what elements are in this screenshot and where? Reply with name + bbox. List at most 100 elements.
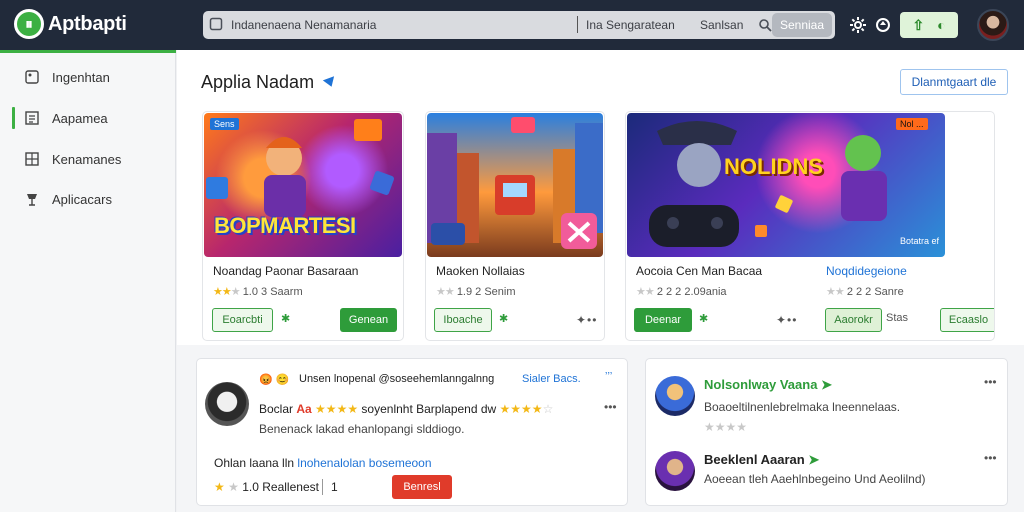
app-rating: ★★ 1.9 2 Senim [436,285,516,298]
banner-logo-text: NOLIDNS [724,154,823,179]
item-menu-icon[interactable]: ••• [984,451,997,465]
link-line-link[interactable]: lnohenalolan bosemeoon [297,456,431,470]
magnifier-icon[interactable] [758,18,772,32]
settings-gear-icon[interactable] [848,15,868,35]
install-button[interactable]: Iboache [434,308,492,332]
app-card[interactable]: Nol ... NOLIDNS Botatra ef Aocoia Cen Ma… [625,111,995,341]
star-icon: ★ [636,286,646,298]
sparkle-icon: ✱ [281,313,291,325]
sidebar-item-0[interactable]: Ingenhtan [0,63,176,91]
app-rating: ★★ 2 2 2 Sanre [826,285,904,298]
more-options-icon[interactable]: ✦•• [776,313,797,327]
sidebar-item-2[interactable]: Kenamanes [0,145,176,173]
stats-label: Stas [886,312,909,324]
app-title[interactable]: Noqdidegeione [826,264,907,278]
document-icon [25,111,39,125]
rating-value: 1.0 [242,286,258,298]
rating-count: 2 Sanre [865,286,904,298]
banner-tag: Sens [210,118,239,130]
logo-icon: ⏸ [14,9,44,39]
star-icon: ★★★★ [704,420,748,434]
install-button[interactable]: Eoarcbti [212,308,273,332]
sidebar-item-label: Aapamea [52,110,108,126]
banner-tag: Nol ... [896,118,928,130]
header-tail: ʼʼʼ [605,371,613,383]
download-button[interactable]: Dlanmtgaart dle [900,69,1008,95]
app-card[interactable]: Sens BOPMARTESI Noandag Paonar Basaraan … [202,111,404,341]
page-title-text: Applia Nadam [201,72,315,92]
title-arrow-icon[interactable] [322,76,338,89]
item-rating: ★★★★ [704,420,747,434]
update-button[interactable]: ⇧ ◐ [900,12,958,38]
sparkle-icon: ✱ [499,313,509,325]
search-hint: Ina Sengaratean [586,18,675,32]
app-title[interactable]: Noandag Paonar Basaraan [213,264,358,278]
image-icon [25,70,39,84]
rating-count: 2 Senim [475,286,516,298]
star-icon: ★ [834,286,845,298]
rating-divider [322,479,323,495]
rating-count-field[interactable]: 1 [331,480,338,494]
featured-section: Applia Nadam Dlanmtgaart dle Sens BOPMAR… [177,50,1024,345]
search-bar[interactable]: Indanenaena Nenamanaria Ina Sengaratean … [203,11,835,39]
search-input[interactable]: Indanenaena Nenamanaria [231,18,376,32]
item-avatar[interactable] [655,451,695,491]
app-title[interactable]: Maoken Nollaias [436,264,525,278]
star-icon: ★ [213,286,223,298]
cursor-icon: ➤ [808,452,820,467]
banner-art [427,117,603,249]
item-menu-icon[interactable]: ••• [984,375,997,389]
item-name[interactable]: Beeklenl Aaaran ➤ [704,452,819,468]
app-banner-image [627,113,945,257]
grid-icon [25,152,39,166]
app-title[interactable]: Aocoia Cen Man Bacaa [636,264,762,278]
reviewer-avatar[interactable] [205,382,249,426]
review-menu-icon[interactable]: ••• [604,400,617,414]
more-options-icon[interactable]: ✦•• [576,313,597,327]
search-scope[interactable]: Sanlsan [700,18,743,32]
review-header: Unsen lnopenal @soseehemlanngalnng [299,373,495,385]
banner-subtext: Botatra ef [900,236,940,246]
star-icon: ★ [644,286,655,298]
award-icon [27,194,37,206]
cursor-icon: ➤ [821,377,832,392]
sidebar-item-1[interactable]: Aapamea [0,104,176,132]
rating-label: Reallenest [262,480,319,494]
app-logo[interactable]: ⏸ Aptbapti [14,9,127,39]
open-button[interactable]: Ecaaslo [940,308,994,332]
get-button[interactable]: Genean [340,308,397,332]
item-avatar[interactable] [655,376,695,416]
reviewer-text: soyenlnht Barplapend dw [361,402,497,416]
user-avatar[interactable] [977,9,1009,41]
link-line-prefix: Ohlan laana lln [214,456,295,470]
review-rating: ★ ★ 1.0 Reallenest [214,480,319,494]
reviewer-name: Boclar Aa ★★★★ soyenlnht Barplapend dw ★… [259,402,553,416]
item-name-text: Beeklenl Aaaran [704,452,805,467]
rating-value: 1.9 [456,286,473,298]
reviewer-tag: Aa [296,402,312,416]
app-name: Aptbapti [48,12,127,35]
install-button[interactable]: Aaorokr [825,308,882,332]
report-button[interactable]: Benresl [392,475,452,499]
item-text: Boaoeltilnenlebrelmaka lneennelaas. [704,400,901,414]
app-rating: ★★ 2 2 2 2.09ania [636,285,727,298]
app-rating: ★★★ 1.0 3 Saarm [213,285,303,298]
review-subtext: Benenack lakad ehanlopangi slddiogo. [259,422,465,436]
sidebar-item-label: Ingenhtan [52,69,110,85]
status-icon: ◐ [937,17,946,33]
star-icon: ★ [444,286,455,298]
item-name[interactable]: Nolsonlway Vaana ➤ [704,377,832,393]
app-banner-image: Sens BOPMARTESI [204,113,402,257]
search-button[interactable]: Senniaa [772,13,832,37]
review-link[interactable]: Sialer Bacs. [522,373,581,385]
star-icon: ★ [436,286,446,298]
refresh-icon[interactable] [873,15,893,35]
sidebar-item-label: Aplicacars [52,191,112,207]
sidebar-item-3[interactable]: Aplicacars [0,185,176,213]
get-button[interactable]: Deenar [634,308,692,332]
side-panel: Nolsonlway Vaana ➤ ••• Boaoeltilnenlebre… [645,358,1008,506]
rating-value: 2 2 [656,286,673,298]
main-content: Applia Nadam Dlanmtgaart dle Sens BOPMAR… [177,50,1024,512]
star-icon: ☆ [542,402,554,416]
app-card[interactable]: Maoken Nollaias ★★ 1.9 2 Senim Iboache ✱… [425,111,605,341]
